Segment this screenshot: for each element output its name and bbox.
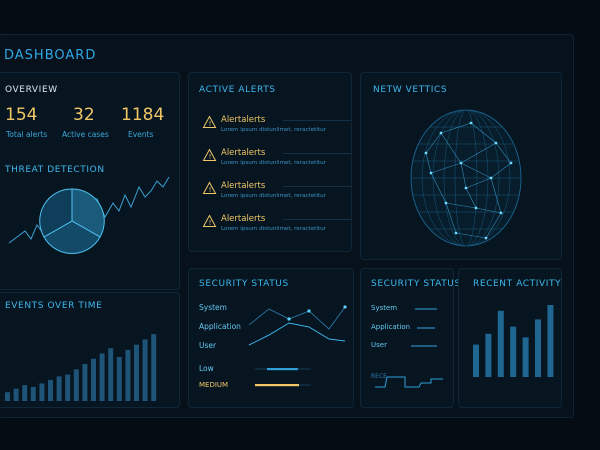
events-bar-chart (5, 334, 157, 401)
events-bar (82, 364, 88, 401)
network-title: NETW VETTICS (373, 85, 448, 95)
events-bar (73, 369, 79, 401)
activity-bar (497, 310, 504, 377)
alert-item[interactable]: ! Alertalerts Lorem ipsum distunlimet, r… (202, 181, 351, 207)
security-status-title: SECURITY STATUS (199, 279, 289, 289)
divider (283, 120, 351, 121)
alert-description: Lorem ipsum distunlimet, reractetitur (221, 193, 326, 199)
security-row-label: System (199, 303, 227, 312)
recent-activity-title: RECENT ACTIVITY (473, 279, 562, 289)
alert-title: Alertalerts (221, 115, 266, 125)
alert-title: Alertalerts (221, 148, 266, 158)
security-status-panel-secondary: SECURITY STATUS System Application User … (360, 268, 460, 408)
security-row-label: Application (371, 323, 411, 331)
svg-text:!: ! (209, 186, 212, 194)
events-bar (48, 379, 53, 401)
events-bar (56, 376, 62, 401)
security-row-label: Application (199, 322, 241, 331)
stat-total-alerts-value: 154 (5, 105, 38, 125)
globe-wireframe (410, 109, 522, 247)
events-title: EVENTS OVER TIME (5, 301, 103, 311)
level-fill (255, 384, 299, 387)
events-bar (22, 385, 28, 401)
alert-description: Lorem ipsum distunlimet, reractetitur (221, 226, 326, 232)
alerts-title: ACTIVE ALERTS (199, 85, 276, 95)
recent-activity-chart (473, 305, 554, 377)
events-bar (91, 358, 96, 401)
level-low-label: Low (199, 364, 214, 373)
stat-total-alerts-label: Total alerts (6, 130, 48, 139)
security-status-title: SECURITY STATUS (371, 279, 461, 289)
events-bar (5, 392, 10, 401)
events-bar (125, 349, 131, 401)
signal-line (375, 376, 443, 388)
alert-description: Lorem ipsum distunlimet, reractetitur (221, 160, 326, 166)
events-bar (134, 344, 139, 401)
security-level-bars (255, 368, 311, 387)
overview-title: OVERVIEW (5, 85, 58, 95)
activity-bar (485, 333, 492, 377)
stat-events-value: 1184 (121, 105, 165, 125)
events-bar (108, 348, 114, 401)
alert-title: Alertalerts (221, 181, 266, 191)
events-bar (65, 374, 71, 401)
security-trend-chart (248, 305, 347, 346)
events-bar (99, 353, 105, 401)
network-globe (410, 109, 522, 247)
svg-text:!: ! (209, 219, 212, 227)
activity-bar (535, 319, 541, 377)
svg-text:!: ! (209, 153, 212, 161)
network-panel: NETW VETTICS (360, 72, 562, 260)
activity-bar (522, 337, 529, 377)
stat-active-cases-label: Active cases (62, 130, 109, 139)
activity-bar (547, 305, 554, 377)
svg-text:!: ! (209, 120, 212, 128)
recent-activity-panel: RECENT ACTIVITY (458, 268, 562, 408)
alert-item[interactable]: ! Alertalerts Lorem ipsum distunlimet, r… (202, 115, 351, 141)
events-bar (151, 334, 157, 401)
level-fill (267, 368, 298, 371)
security-status-panel: SECURITY STATUS System Application User … (188, 268, 354, 408)
events-panel: EVENTS OVER TIME (0, 292, 180, 408)
activity-bar (473, 344, 479, 377)
security-row-label: User (371, 341, 387, 349)
stat-events-label: Events (128, 130, 154, 139)
stat-active-cases-value: 32 (73, 105, 95, 125)
security-row-bars (411, 308, 437, 347)
warning-icon: ! (202, 214, 217, 227)
warning-icon: ! (202, 148, 217, 161)
alert-item[interactable]: ! Alertalerts Lorem ipsum distunlimet, r… (202, 214, 351, 240)
alert-title: Alertalerts (221, 214, 266, 224)
divider (283, 186, 351, 187)
events-bar (39, 383, 45, 401)
security-row-label: User (199, 341, 217, 350)
security-row-label: System (371, 304, 398, 312)
activity-bar (510, 326, 517, 377)
level-medium-label: MEDIUM (199, 381, 229, 389)
page-title: DASHBOARD (4, 48, 97, 63)
divider (283, 219, 351, 220)
divider (283, 153, 351, 154)
alert-item[interactable]: ! Alertalerts Lorem ipsum distunlimet, r… (202, 148, 351, 174)
events-bar (142, 339, 148, 401)
alerts-panel: ACTIVE ALERTS ! Alertalerts Lorem ipsum … (188, 72, 352, 252)
warning-icon: ! (202, 115, 217, 128)
events-bar (116, 357, 122, 401)
alert-description: Lorem ipsum distunlimet, reractetitur (221, 127, 326, 133)
events-bar (30, 386, 36, 401)
events-bar (13, 388, 19, 401)
threat-chart (8, 176, 170, 254)
overview-panel: OVERVIEW 154 Total alerts 32 Active case… (0, 72, 180, 290)
warning-icon: ! (202, 181, 217, 194)
